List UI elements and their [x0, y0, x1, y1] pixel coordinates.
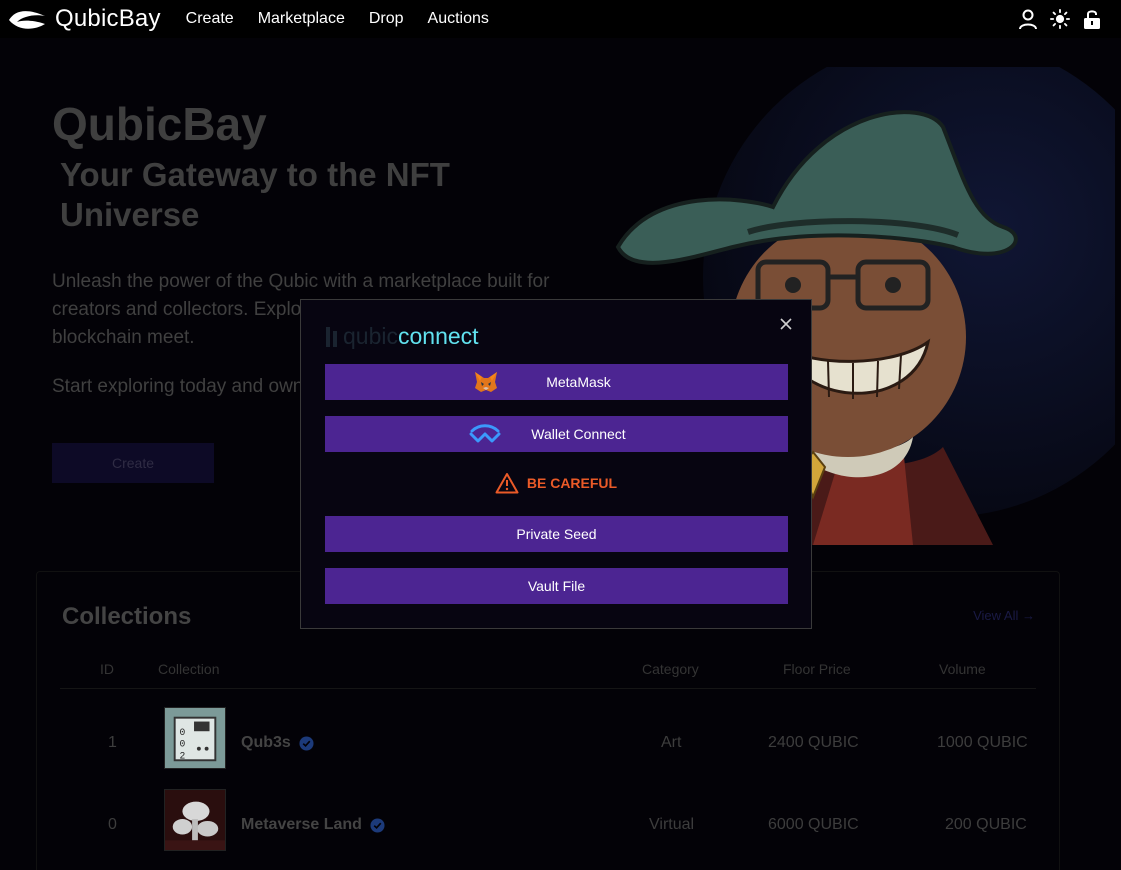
walletconnect-label: Wallet Connect: [531, 426, 626, 442]
nav-links: Create Marketplace Drop Auctions: [186, 10, 489, 28]
vault-file-label: Vault File: [527, 578, 586, 594]
row-id: 1: [108, 734, 117, 751]
hero-title: QubicBay: [52, 98, 267, 150]
row-category: Virtual: [649, 816, 695, 833]
metamask-fox-icon: [475, 372, 497, 392]
collection-thumbnail: [164, 789, 226, 851]
table-header: ID Collection Category Floor Price Volum…: [60, 659, 1036, 689]
verified-badge-icon: [299, 735, 314, 751]
logo-connect-text: connect: [397, 323, 479, 349]
logo-qubic-text: qubic: [343, 323, 398, 349]
verified-badge-icon: [370, 817, 385, 833]
collection-name[interactable]: Qub3s: [241, 734, 314, 752]
metamask-label: MetaMask: [546, 374, 611, 390]
collection-name[interactable]: Metaverse Land: [241, 816, 385, 834]
nav-link-create[interactable]: Create: [186, 10, 234, 28]
qubic-logo-icon: [326, 326, 337, 347]
sun-icon[interactable]: [1050, 8, 1070, 30]
qubic-connect-logo: qubic connect: [325, 323, 479, 350]
row-floor-price: 6000 QUBIC: [768, 816, 859, 833]
svg-text:2: 2: [180, 750, 186, 761]
column-header-floor-price: Floor Price: [783, 661, 851, 677]
column-header-category: Category: [642, 661, 699, 677]
column-header-id: ID: [100, 661, 114, 677]
nav-link-auctions[interactable]: Auctions: [428, 10, 489, 28]
hero-subtitle: Your Gateway to the NFT Universe: [60, 156, 450, 233]
warning-triangle-icon: [495, 473, 519, 494]
nav-link-drop[interactable]: Drop: [369, 10, 404, 28]
view-all-link[interactable]: View All →: [973, 608, 1035, 623]
table-row[interactable]: 0 Metaverse Land Virtual 6000 QUBIC 200 …: [60, 785, 1036, 867]
collection-name-text: Metaverse Land: [241, 816, 362, 833]
row-volume: 1000 QUBIC: [937, 734, 1028, 751]
collection-name-text: Qub3s: [241, 734, 291, 751]
close-icon[interactable]: [778, 316, 794, 332]
row-volume: 200 QUBIC: [945, 816, 1027, 833]
metamask-button[interactable]: MetaMask: [325, 364, 788, 400]
navbar: QubicBay Create Marketplace Drop Auction…: [0, 0, 1121, 38]
nav-icons: [1018, 8, 1102, 30]
user-icon[interactable]: [1018, 8, 1038, 30]
private-seed-label: Private Seed: [516, 526, 597, 542]
column-header-volume: Volume: [939, 661, 986, 677]
svg-text:0: 0: [180, 727, 186, 738]
collection-thumbnail: 0 0 2: [164, 707, 226, 769]
walletconnect-button[interactable]: Wallet Connect: [325, 416, 788, 452]
table-row[interactable]: 1 0 0 2 Qub3s Art 2400 QUBIC 1000 QUBIC: [60, 703, 1036, 785]
row-floor-price: 2400 QUBIC: [768, 734, 859, 751]
wave-logo-icon: [9, 11, 45, 29]
collections-title: Collections: [62, 603, 192, 630]
walletconnect-icon: [469, 424, 501, 443]
connect-wallet-modal: qubic connect MetaMask Wallet Connect BE…: [300, 299, 812, 629]
brand-name: QubicBay: [55, 5, 161, 32]
warning-text: BE CAREFUL: [526, 475, 618, 491]
brand-logo[interactable]: QubicBay: [7, 5, 161, 33]
nav-link-marketplace[interactable]: Marketplace: [258, 10, 345, 28]
vault-file-button[interactable]: Vault File: [325, 568, 788, 604]
hero-create-button[interactable]: Create: [52, 443, 214, 483]
row-id: 0: [108, 816, 117, 833]
column-header-collection: Collection: [158, 661, 220, 677]
unlock-icon[interactable]: [1082, 8, 1102, 30]
svg-text:0: 0: [180, 739, 186, 750]
warning-notice: BE CAREFUL: [301, 472, 811, 494]
private-seed-button[interactable]: Private Seed: [325, 516, 788, 552]
row-category: Art: [661, 734, 682, 751]
